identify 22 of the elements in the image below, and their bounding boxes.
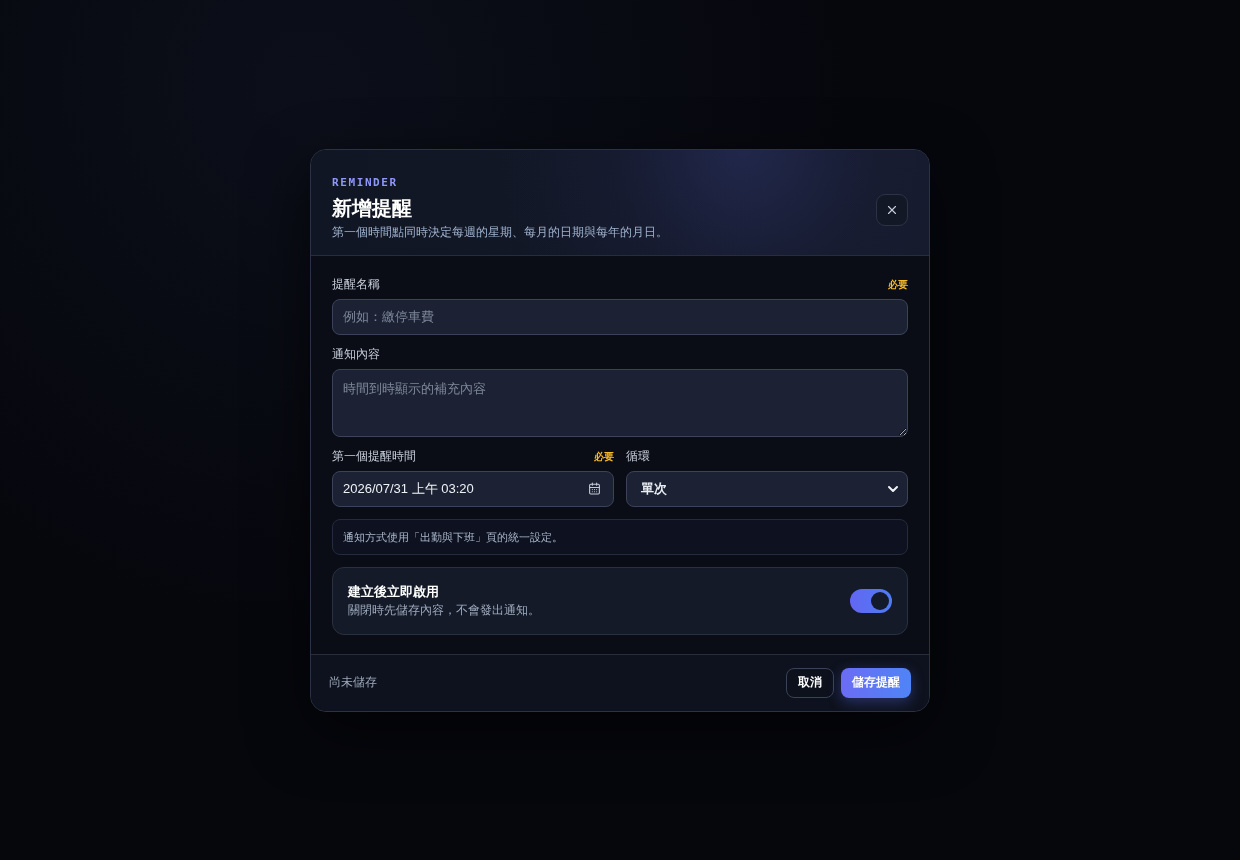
enable-switch[interactable] [850, 588, 892, 613]
dialog-eyebrow: REMINDER [332, 175, 399, 190]
field-label: 第一個提醒時間 [332, 449, 416, 464]
field-label: 循環 [626, 449, 650, 464]
field-label: 通知內容 [332, 347, 380, 362]
dialog-title: 新增提醒 [332, 195, 413, 221]
required-label: 必要 [594, 449, 614, 464]
dialog-subtitle: 第一個時間點同時決定每週的星期、每月的日期與每年的月日。 [332, 223, 668, 240]
cancel-button[interactable]: 取消 [786, 667, 834, 698]
close-button[interactable] [876, 193, 908, 226]
textarea-input[interactable]: 時間到時顯示的補充內容 [332, 368, 908, 437]
recurrence-select[interactable]: 單次 [626, 470, 908, 507]
toggle-title: 建立後立即啟用 [348, 583, 440, 600]
save-status: 尚未儲存 [329, 675, 377, 690]
calendar-icon[interactable] [588, 482, 601, 495]
text-input[interactable]: 例如：繳停車費 [332, 298, 908, 335]
field-label: 提醒名稱 [332, 277, 380, 292]
notice-text: 通知方式使用「出勤與下班」頁的統一設定。 [332, 518, 908, 555]
datetime-input[interactable]: 2026/07/31 上午 03:20 [332, 470, 614, 507]
save-button[interactable]: 儲存提醒 [841, 667, 911, 698]
toggle-description: 關閉時先儲存內容，不會發出通知。 [348, 603, 540, 618]
required-label: 必要 [888, 277, 908, 292]
